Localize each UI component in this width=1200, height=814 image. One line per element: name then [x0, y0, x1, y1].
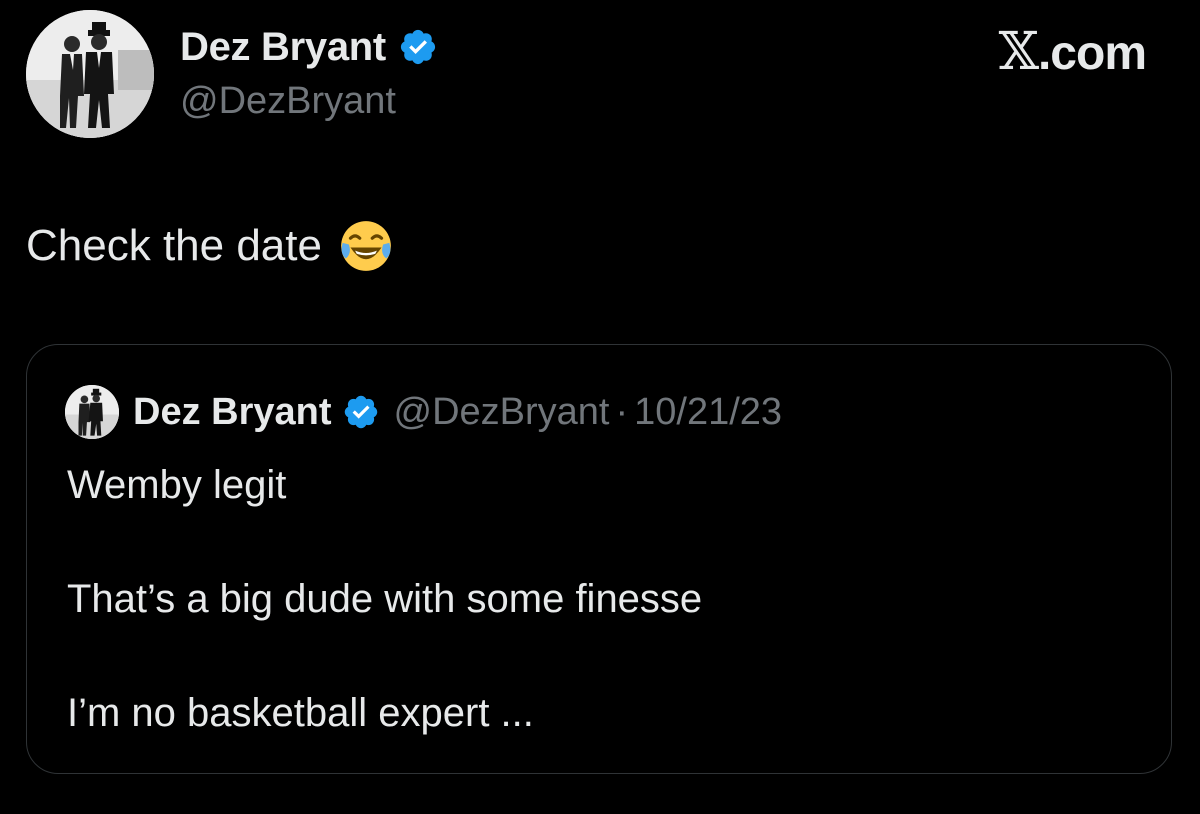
- quoted-tweet-line: That’s a big dude with some finesse: [67, 577, 703, 621]
- author-handle[interactable]: @DezBryant: [180, 80, 396, 123]
- x-logo-icon: 𝕏: [998, 22, 1039, 82]
- verified-badge-icon[interactable]: [398, 27, 438, 67]
- profile-photo-icon: [26, 10, 154, 138]
- profile-photo-icon: [65, 385, 119, 439]
- quoted-author-handle[interactable]: @DezBryant: [394, 391, 610, 434]
- quoted-tweet-header: Dez Bryant @DezBryant · 10/21/23: [65, 385, 782, 439]
- brand-suffix: .com: [1037, 27, 1147, 80]
- tweet-text: Check the date: [26, 221, 322, 270]
- author-name[interactable]: Dez Bryant: [180, 25, 386, 70]
- quoted-author-name[interactable]: Dez Bryant: [133, 391, 332, 434]
- brand-mark: 𝕏.com: [998, 22, 1147, 82]
- separator-dot: ·: [615, 390, 629, 433]
- quoted-tweet-date[interactable]: 10/21/23: [634, 391, 782, 434]
- author-avatar[interactable]: [26, 10, 154, 138]
- quoted-tweet-line: I’m no basketball expert ...: [67, 691, 534, 735]
- quoted-author-avatar[interactable]: [65, 385, 119, 439]
- verified-badge-icon[interactable]: [342, 393, 380, 431]
- quoted-tweet-card[interactable]: Dez Bryant @DezBryant · 10/21/23 Wemby l…: [26, 344, 1172, 774]
- author-name-row: Dez Bryant: [180, 22, 438, 72]
- tweet-text-row: Check the date: [26, 218, 394, 274]
- face-with-tears-of-joy-emoji-icon: [341, 221, 391, 271]
- quoted-tweet-line: Wemby legit: [67, 463, 287, 507]
